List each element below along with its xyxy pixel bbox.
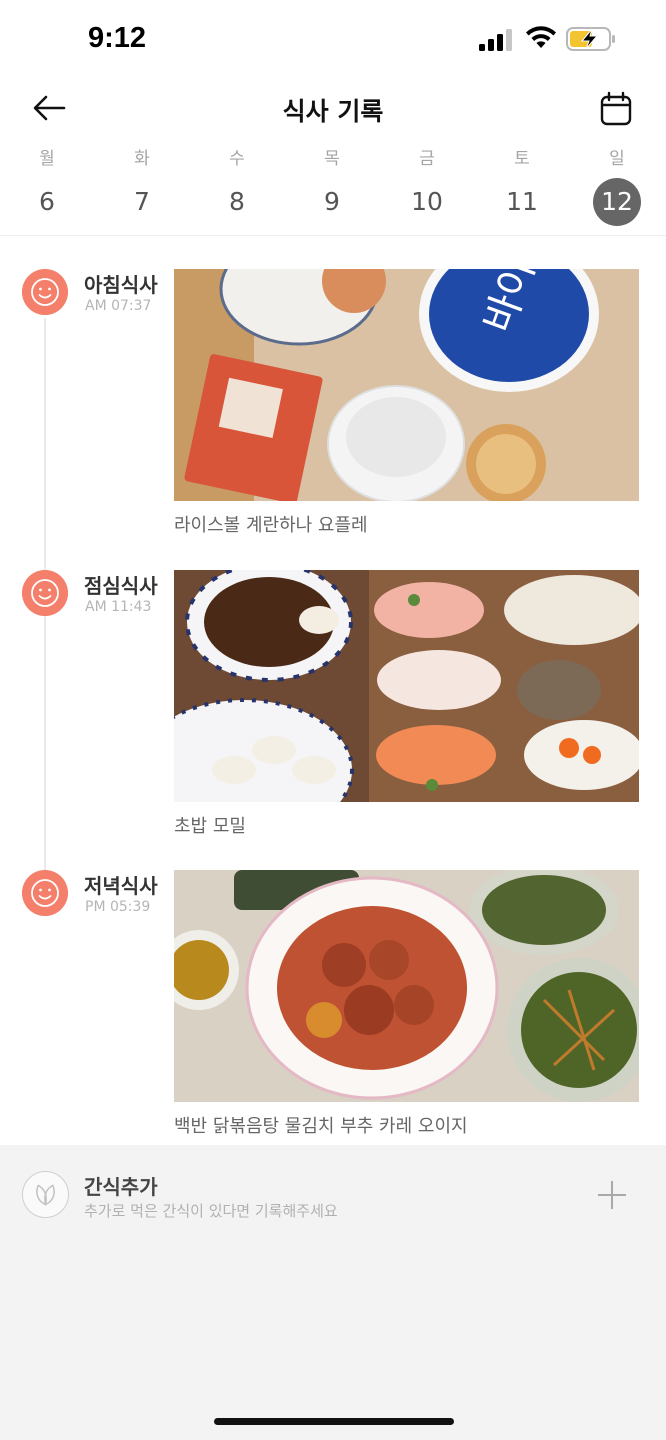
meal-title: 저녁식사 xyxy=(84,874,158,898)
day-saturday[interactable]: 토 11 xyxy=(487,140,557,234)
week-strip: 월 6 화 7 수 8 목 9 금 10 토 11 일 12 xyxy=(0,140,666,236)
meal-title: 아침식사 xyxy=(84,273,158,297)
day-thursday[interactable]: 목 9 xyxy=(297,140,367,234)
meal-photo[interactable]: 바이오 xyxy=(174,269,639,501)
plus-icon[interactable] xyxy=(594,1177,630,1213)
meal-caption: 백반 닭볶음탕 물김치 부추 카레 오이지 xyxy=(174,1116,468,1137)
snack-description: 추가로 먹은 간식이 있다면 기록해주세요 xyxy=(84,1202,338,1220)
smiley-icon xyxy=(22,870,68,916)
dinner-photo-image xyxy=(174,870,639,1102)
day-number: 7 xyxy=(134,187,150,216)
smiley-icon xyxy=(22,269,68,315)
meal-caption: 라이스볼 계란하나 요플레 xyxy=(174,515,368,536)
status-time: 9:12 xyxy=(88,22,147,54)
home-indicator xyxy=(214,1418,454,1425)
day-number: 9 xyxy=(324,187,340,216)
day-wednesday[interactable]: 수 8 xyxy=(202,140,272,234)
meal-title: 점심식사 xyxy=(84,574,158,598)
meal-time: AM 07:37 xyxy=(85,298,152,314)
meal-photo[interactable] xyxy=(174,570,639,802)
day-number: 10 xyxy=(411,187,443,216)
meal-time: PM 05:39 xyxy=(85,899,151,915)
day-name: 목 xyxy=(324,149,340,169)
day-friday[interactable]: 금 10 xyxy=(392,140,462,234)
nav-header: 식사 기록 xyxy=(0,80,666,136)
meal-time: AM 11:43 xyxy=(85,599,152,615)
day-number: 8 xyxy=(229,187,245,216)
snack-title: 간식추가 xyxy=(84,1175,158,1199)
calendar-icon[interactable] xyxy=(597,90,635,128)
page-title: 식사 기록 xyxy=(282,97,384,126)
day-tuesday[interactable]: 화 7 xyxy=(107,140,177,234)
day-name: 일 xyxy=(609,149,625,169)
day-name: 토 xyxy=(514,149,530,169)
day-number: 12 xyxy=(593,178,641,226)
day-name: 수 xyxy=(229,149,245,169)
day-sunday-selected[interactable]: 일 12 xyxy=(582,140,652,234)
meal-caption: 초밥 모밀 xyxy=(174,816,246,837)
cellular-signal-icon xyxy=(479,29,512,51)
day-name: 금 xyxy=(419,149,435,169)
meal-photo[interactable] xyxy=(174,870,639,1102)
wifi-icon xyxy=(526,26,556,48)
snack-section[interactable]: 간식추가 추가로 먹은 간식이 있다면 기록해주세요 xyxy=(0,1145,666,1440)
day-name: 화 xyxy=(134,149,150,169)
leaf-icon xyxy=(22,1171,69,1218)
status-bar: 9:12 xyxy=(0,0,666,80)
day-number: 6 xyxy=(39,187,55,216)
battery-charging-icon xyxy=(566,27,615,51)
lunch-photo-image xyxy=(174,570,639,802)
smiley-icon xyxy=(22,570,68,616)
breakfast-photo-image: 바이오 xyxy=(174,269,639,501)
day-monday[interactable]: 월 6 xyxy=(12,140,82,234)
day-name: 월 xyxy=(39,149,55,169)
day-number: 11 xyxy=(506,187,538,216)
